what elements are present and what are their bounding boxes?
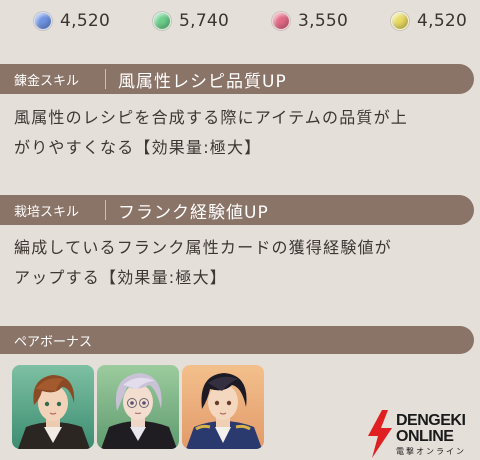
skill-title: 風属性レシピ品質UP [118, 71, 287, 92]
currency-green: 5,740 [153, 9, 229, 33]
green-gem-icon [153, 12, 171, 30]
character-portrait-black-hair[interactable] [182, 365, 264, 449]
banner-divider [105, 200, 106, 220]
lightning-bolt-icon [368, 410, 392, 458]
alchemy-skill-description: 風属性のレシピを合成する際にアイテムの品質が上 がりやすくなる【効果量:極大】 [14, 103, 470, 163]
currency-yellow: 4,520 [391, 9, 467, 33]
blue-gem-icon [34, 12, 52, 30]
red-gem-icon [272, 12, 290, 30]
cultivation-skill-description: 編成しているフランク属性カードの獲得経験値が アップする【効果量:極大】 [14, 233, 470, 293]
alchemy-skill-banner: 錬金スキル 風属性レシピ品質UP [0, 64, 474, 94]
pair-bonus-portraits [12, 365, 264, 449]
description-line: 編成しているフランク属性カードの獲得経験値が [14, 238, 392, 257]
currency-amount: 5,740 [179, 11, 230, 31]
description-line: 風属性のレシピを合成する際にアイテムの品質が上 [14, 108, 409, 127]
watermark-line2: ONLINE [396, 428, 454, 445]
currency-bar: 4,520 5,740 3,550 4,520 [0, 0, 480, 42]
cultivation-skill-banner: 栽培スキル フランク経験値UP [0, 195, 474, 225]
description-line: アップする【効果量:極大】 [14, 268, 227, 287]
description-line: がりやすくなる【効果量:極大】 [14, 138, 262, 157]
currency-blue: 4,520 [34, 9, 110, 33]
skill-type-label: 錬金スキル [14, 73, 80, 89]
pair-bonus-label: ペアボーナス [14, 334, 93, 350]
watermark-line3: 電撃オンライン [396, 447, 466, 456]
yellow-gem-icon [391, 12, 409, 30]
currency-amount: 3,550 [298, 11, 349, 31]
currency-red: 3,550 [272, 9, 348, 33]
dengeki-online-watermark: DENGEKI ONLINE 電撃オンライン [366, 410, 480, 460]
skill-title: フランク経験値UP [118, 202, 269, 223]
currency-amount: 4,520 [60, 11, 111, 31]
character-portrait-brown-hair[interactable] [12, 365, 94, 449]
skill-type-label: 栽培スキル [14, 204, 80, 220]
banner-divider [105, 69, 106, 89]
character-portrait-silver-hair[interactable] [97, 365, 179, 449]
currency-amount: 4,520 [417, 11, 468, 31]
pair-bonus-banner: ペアボーナス [0, 326, 474, 354]
